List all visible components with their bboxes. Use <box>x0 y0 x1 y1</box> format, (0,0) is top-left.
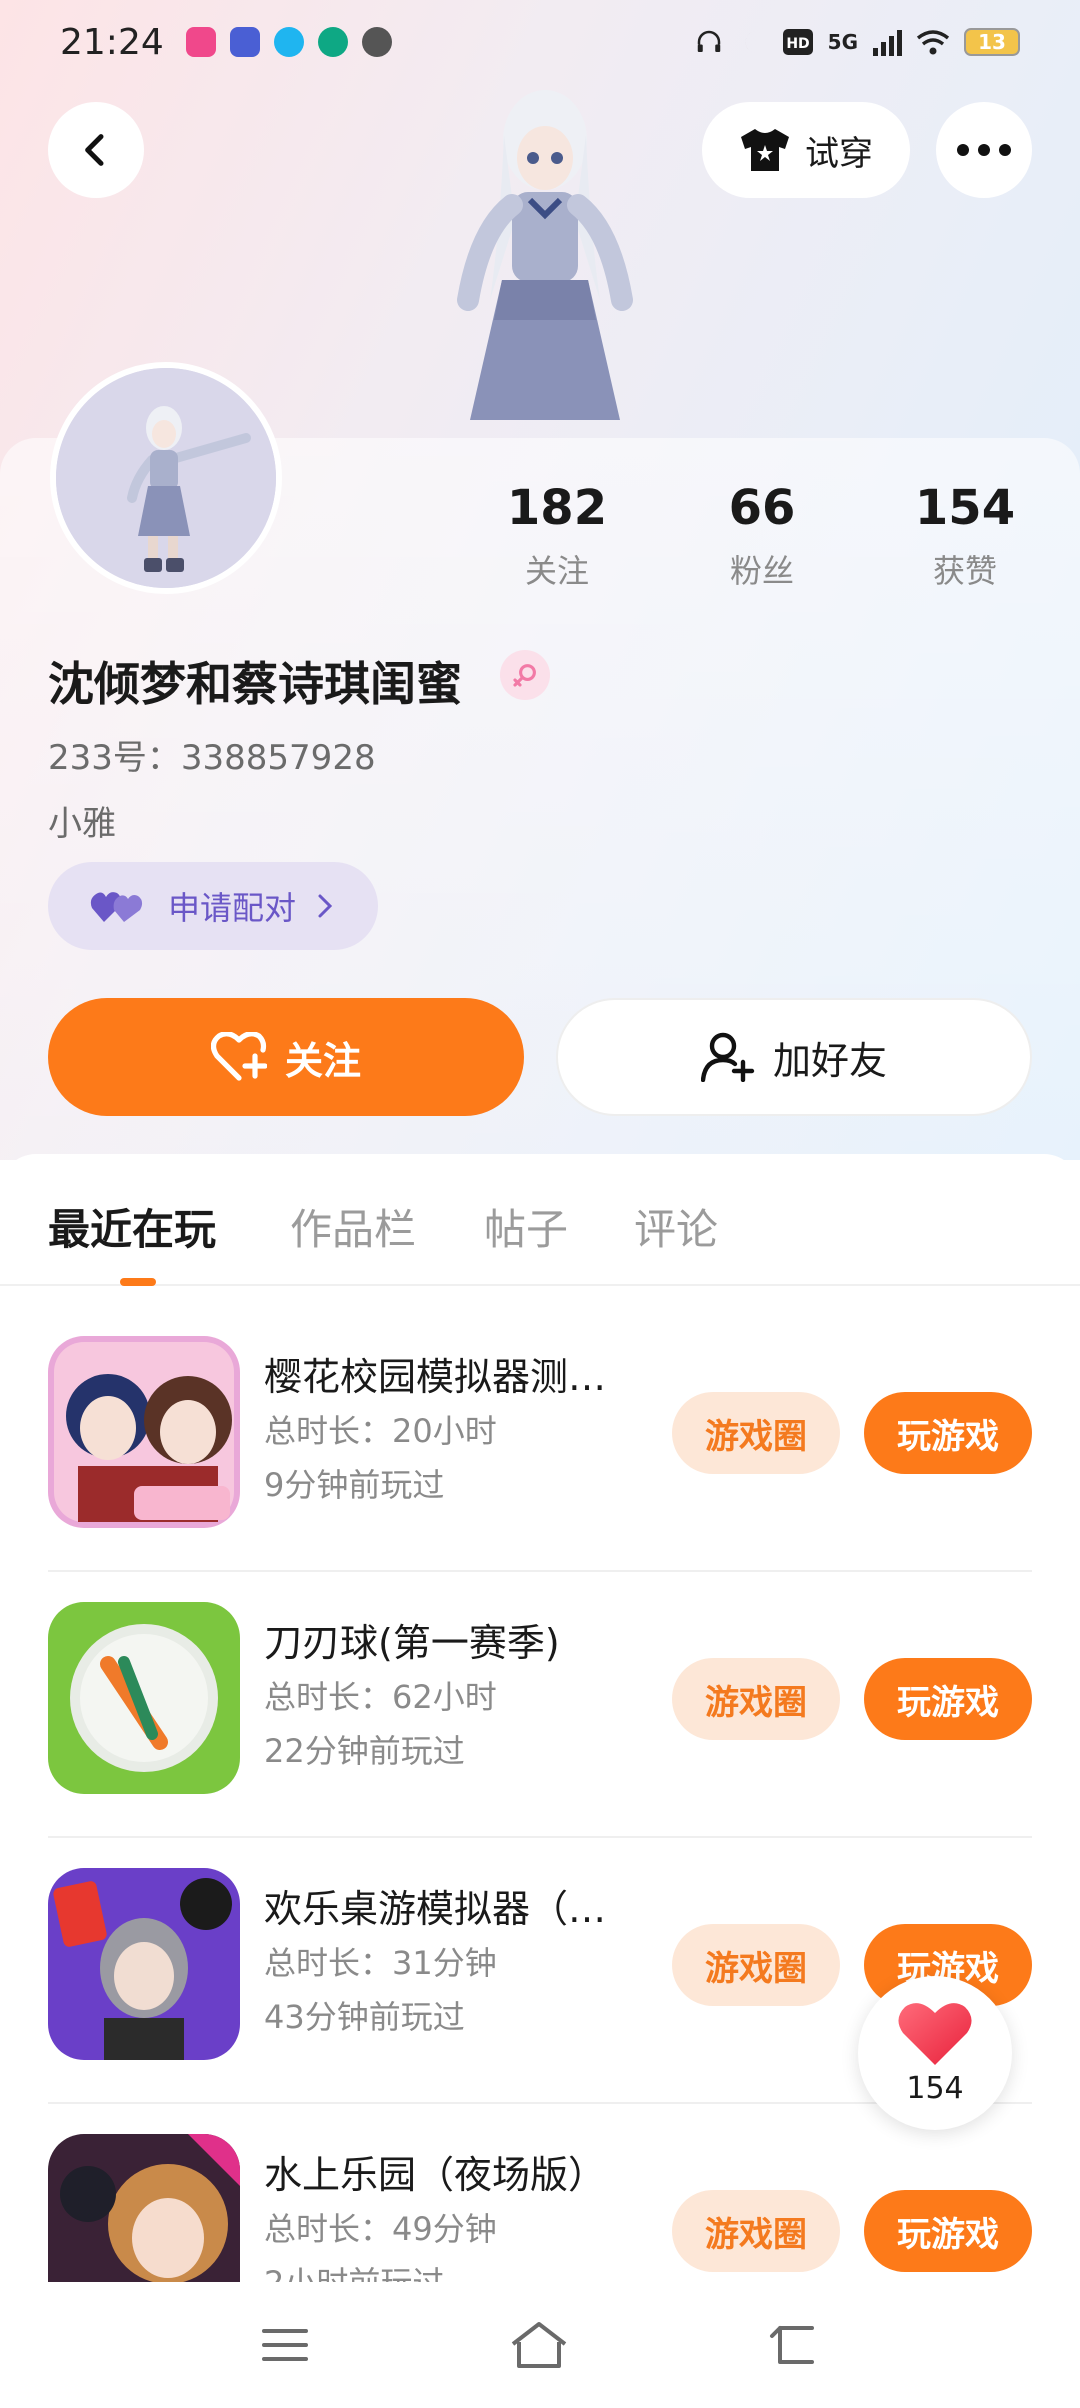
tieba-icon <box>229 27 260 57</box>
lofter-icon <box>185 27 216 57</box>
add-friend-label: 加好友 <box>772 1038 887 1083</box>
tab-comments[interactable]: 评论 <box>634 1196 718 1257</box>
pair-request-label: 申请配对 <box>168 889 297 927</box>
more-button[interactable] <box>936 102 1032 198</box>
gender-female-icon <box>500 650 550 700</box>
game-last-played: 22分钟前玩过 <box>264 1732 465 1770</box>
avatar-image <box>56 368 276 588</box>
user-name: 沈倾梦和蔡诗琪闺蜜 <box>48 657 462 711</box>
status-time: 21:24 <box>60 21 164 63</box>
home-icon[interactable] <box>509 2320 569 2370</box>
back-button[interactable] <box>48 102 144 198</box>
moon-icon <box>745 30 757 54</box>
game-icon-blade-ball <box>48 1602 240 1794</box>
tab-bar: 最近在玩 作品栏 帖子 评论 <box>0 1154 1080 1286</box>
game-icon-board-game <box>48 1868 240 2060</box>
stat-fans-value: 66 <box>728 480 796 536</box>
status-right: HD 5G 13 <box>694 27 1020 57</box>
play-game-button[interactable]: 玩游戏 <box>864 1392 1032 1474</box>
heart-icon <box>898 2002 972 2065</box>
game-duration: 总时长：31分钟 <box>264 1944 497 1982</box>
game-title: 欢乐桌游模拟器（… <box>264 1887 607 1931</box>
user-id: 233号：338857928 <box>48 738 376 778</box>
tryon-button[interactable]: 试穿 <box>702 102 910 198</box>
user-nickname: 小雅 <box>48 804 116 844</box>
qq-icon <box>273 27 304 57</box>
stat-following-label: 关注 <box>524 552 589 590</box>
pair-request-button[interactable]: 申请配对 <box>48 862 378 950</box>
hd-icon: HD <box>782 29 813 55</box>
add-friend-button[interactable]: 加好友 <box>556 998 1032 1116</box>
system-nav-bar <box>0 2282 1080 2408</box>
game-circle-button[interactable]: 游戏圈 <box>672 2190 840 2272</box>
battery-indicator: 13 <box>964 28 1020 56</box>
like-float-button[interactable]: 154 <box>858 1976 1012 2130</box>
tab-posts[interactable]: 帖子 <box>484 1196 568 1257</box>
game-last-played: 43分钟前玩过 <box>264 1998 465 2036</box>
game-duration: 总时长：20小时 <box>264 1412 497 1450</box>
signal-icon <box>873 30 902 56</box>
game-circle-button[interactable]: 游戏圈 <box>672 1658 840 1740</box>
game-title: 水上乐园（夜场版） <box>264 2153 607 2197</box>
follow-button[interactable]: 关注 <box>48 998 524 1116</box>
stat-fans[interactable]: 66 粉丝 <box>692 480 832 592</box>
heart-plus-icon <box>210 1032 267 1081</box>
stat-following-value: 182 <box>506 480 608 536</box>
stat-likes[interactable]: 154 获赞 <box>895 480 1035 592</box>
avatar-character-image <box>457 90 633 420</box>
network-type: 5G <box>827 30 858 54</box>
tab-works[interactable]: 作品栏 <box>290 1196 416 1257</box>
stat-likes-label: 获赞 <box>932 552 997 590</box>
wifi-icon <box>916 30 950 55</box>
back-nav-icon[interactable] <box>768 2322 820 2368</box>
game-duration: 总时长：62小时 <box>264 1678 497 1716</box>
stat-fans-label: 粉丝 <box>729 552 794 590</box>
double-heart-icon <box>90 892 143 922</box>
game-duration: 总时长：49分钟 <box>264 2210 497 2248</box>
like-count: 154 <box>906 2070 964 2106</box>
tab-recently-played[interactable]: 最近在玩 <box>48 1196 216 1257</box>
game-icon-sakura <box>48 1336 240 1528</box>
notification-icons <box>185 27 392 57</box>
chevron-left-icon <box>85 134 104 166</box>
game-last-played: 9分钟前玩过 <box>264 1466 445 1504</box>
chat-icon <box>361 27 392 57</box>
play-game-button[interactable]: 玩游戏 <box>864 2190 1032 2272</box>
headphone-icon <box>697 30 720 52</box>
list-item[interactable]: 樱花校园模拟器测… 总时长：20小时 9分钟前玩过 游戏圈 玩游戏 <box>0 1306 1080 1572</box>
tshirt-icon <box>741 129 789 171</box>
play-game-button[interactable]: 玩游戏 <box>864 1658 1032 1740</box>
add-user-icon <box>700 1032 755 1082</box>
status-bar: 21:24 HD 5G 13 <box>0 0 1080 84</box>
list-item[interactable]: 刀刃球(第一赛季) 总时长：62小时 22分钟前玩过 游戏圈 玩游戏 <box>0 1572 1080 1838</box>
game-circle-button[interactable]: 游戏圈 <box>672 1392 840 1474</box>
svg-text:HD: HD <box>786 36 809 52</box>
follow-label: 关注 <box>284 1038 361 1083</box>
game-title: 樱花校园模拟器测… <box>264 1355 607 1399</box>
game-title: 刀刃球(第一赛季) <box>264 1621 560 1665</box>
stat-following[interactable]: 182 关注 <box>487 480 627 592</box>
stat-likes-value: 154 <box>914 480 1016 536</box>
tryon-label: 试穿 <box>805 133 873 174</box>
menu-icon[interactable] <box>260 2325 310 2365</box>
more-dots-icon <box>957 144 1011 156</box>
tab-active-indicator <box>120 1278 156 1286</box>
chevron-right-icon <box>318 894 333 918</box>
game-circle-button[interactable]: 游戏圈 <box>672 1924 840 2006</box>
avatar[interactable] <box>50 362 282 594</box>
app-icon <box>317 27 348 57</box>
